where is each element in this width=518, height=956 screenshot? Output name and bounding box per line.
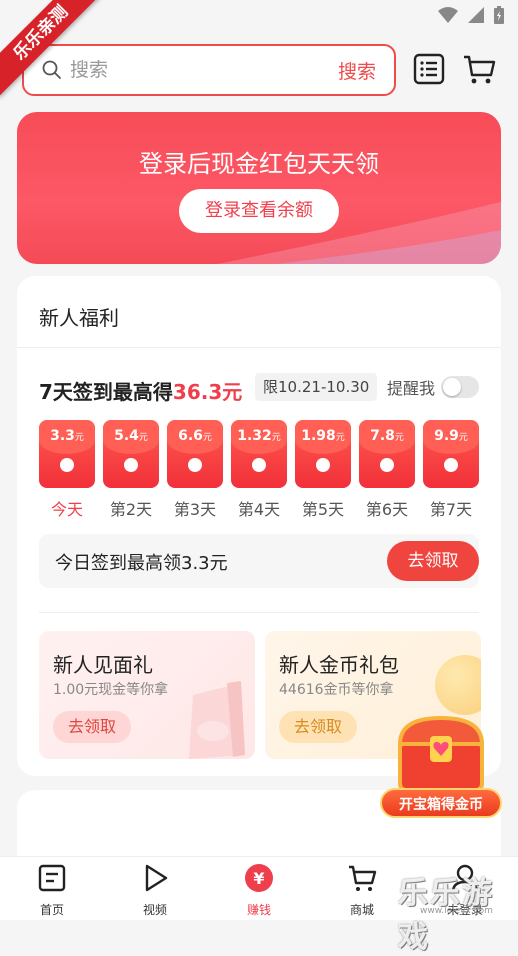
gift-claim-button[interactable]: 去领取 [279, 711, 357, 743]
yuan-coin-icon: ¥ [245, 864, 273, 892]
toggle-knob [443, 378, 461, 396]
remind-label: 提醒我 [387, 379, 436, 398]
envelope-decoration [189, 681, 245, 759]
remind-toggle[interactable] [441, 376, 479, 398]
banner-wave-decoration [217, 202, 501, 264]
banner-title: 登录后现金红包天天领 [139, 150, 379, 178]
wifi-icon [438, 7, 458, 23]
treasure-label: 开宝箱得金币 [380, 788, 502, 818]
claim-row: 今日签到最高领3.3元 去领取 [39, 534, 479, 588]
coin-icon [188, 458, 202, 472]
divider [17, 347, 501, 348]
red-packet: 7.8元 [359, 420, 415, 488]
nav-label: 首页 [39, 903, 64, 917]
gold-coin-decoration [435, 655, 481, 715]
checkin-days: 3.3元 今天 5.4元 第2天 6.6元 第3天 1.32元 第4天 1.98 [39, 420, 479, 520]
packet-value: 6.6元 [178, 428, 212, 444]
checkin-title-prefix: 7天签到最高得 [39, 380, 173, 404]
red-packet: 1.32元 [231, 420, 287, 488]
watermark-url: www.leleyx.com [420, 906, 493, 916]
header: 搜索 [0, 34, 518, 104]
treasure-chest-icon [397, 715, 485, 792]
nav-earn[interactable]: ¥ 赚钱 [224, 863, 294, 918]
day-label: 第4天 [237, 500, 281, 519]
red-packet: 3.3元 [39, 420, 95, 488]
coin-icon [316, 458, 330, 472]
section-title: 新人福利 [39, 306, 119, 330]
search-icon [42, 60, 61, 79]
search-button[interactable]: 搜索 [338, 57, 376, 84]
day-label: 第6天 [365, 500, 409, 519]
checkin-title: 7天签到最高得36.3元 [39, 376, 242, 405]
checkin-day[interactable]: 5.4元 第2天 [103, 420, 159, 520]
checkin-day[interactable]: 9.9元 第7天 [423, 420, 479, 520]
packet-value: 3.3元 [50, 428, 84, 444]
login-banner[interactable]: 登录后现金红包天天领 登录查看余额 [17, 112, 501, 264]
nav-label: 赚钱 [246, 903, 271, 917]
home-icon [38, 864, 66, 892]
day-label: 第3天 [173, 500, 217, 519]
signal-icon [468, 7, 484, 23]
checkin-title-amount: 36.3元 [172, 380, 243, 404]
play-icon [145, 864, 168, 892]
coin-icon [60, 458, 74, 472]
gift-subtitle: 44616金币等你拿 [279, 682, 394, 698]
coin-icon [252, 458, 266, 472]
red-packet: 5.4元 [103, 420, 159, 488]
nav-video[interactable]: 视频 [120, 863, 190, 918]
search-input[interactable] [70, 59, 338, 81]
claim-button[interactable]: 去领取 [387, 541, 479, 581]
newbie-benefits-card: 新人福利 7天签到最高得36.3元 限10.21-10.30 提醒我 3.3元 … [17, 276, 501, 776]
date-badge: 限10.21-10.30 [255, 373, 378, 401]
battery-icon [494, 6, 504, 24]
nav-mall[interactable]: 商城 [327, 863, 397, 918]
checkin-day[interactable]: 1.98元 第5天 [295, 420, 351, 520]
packet-value: 7.8元 [370, 428, 404, 444]
nav-label: 视频 [142, 903, 167, 917]
checkin-day[interactable]: 6.6元 第3天 [167, 420, 223, 520]
day-label: 第2天 [109, 500, 153, 519]
packet-value: 5.4元 [114, 428, 148, 444]
checkin-day[interactable]: 1.32元 第4天 [231, 420, 287, 520]
gift-subtitle: 1.00元现金等你拿 [53, 682, 169, 698]
coin-icon [380, 458, 394, 472]
svg-text:¥: ¥ [253, 869, 264, 888]
red-packet: 1.98元 [295, 420, 351, 488]
day-label: 今天 [50, 500, 83, 519]
red-packet: 9.9元 [423, 420, 479, 488]
packet-value: 1.32元 [237, 428, 281, 444]
coin-icon [444, 458, 458, 472]
nav-label: 商城 [349, 903, 374, 917]
day-label: 第5天 [301, 500, 345, 519]
nav-home[interactable]: 首页 [17, 863, 87, 918]
packet-value: 9.9元 [434, 428, 468, 444]
day-label: 第7天 [429, 500, 473, 519]
red-packet: 6.6元 [167, 420, 223, 488]
checkin-day[interactable]: 7.8元 第6天 [359, 420, 415, 520]
cart-icon [349, 865, 377, 891]
gift-title: 新人见面礼 [53, 653, 153, 677]
cart-icon[interactable] [462, 52, 496, 86]
newbie-meeting-gift-card[interactable]: 新人见面礼 1.00元现金等你拿 去领取 [39, 631, 255, 759]
gift-title: 新人金币礼包 [279, 653, 399, 677]
checkin-day[interactable]: 3.3元 今天 [39, 420, 95, 520]
packet-value: 1.98元 [301, 428, 345, 444]
claim-text: 今日签到最高领3.3元 [55, 553, 228, 574]
divider [39, 612, 479, 613]
login-check-balance-button[interactable]: 登录查看余额 [179, 189, 339, 233]
list-icon[interactable] [412, 52, 446, 86]
gift-claim-button[interactable]: 去领取 [53, 711, 131, 743]
treasure-chest-widget[interactable]: 开宝箱得金币 [380, 712, 502, 822]
coin-icon [124, 458, 138, 472]
search-box[interactable]: 搜索 [22, 44, 396, 96]
status-icons [438, 6, 504, 24]
